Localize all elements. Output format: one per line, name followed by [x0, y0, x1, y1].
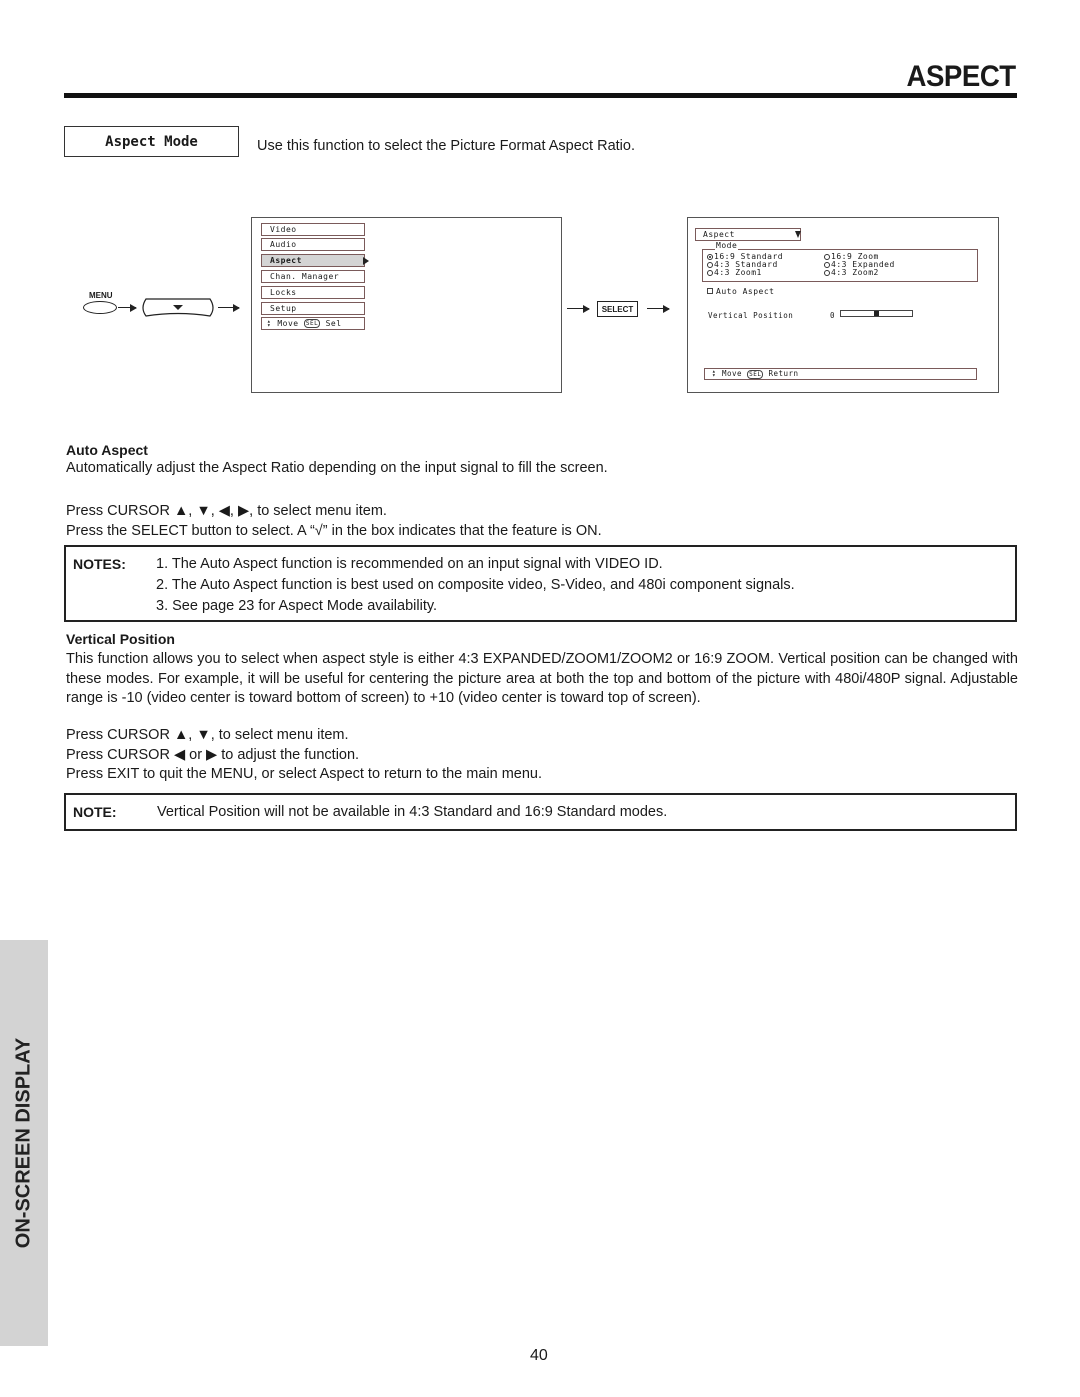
radio-icon	[824, 253, 830, 260]
arrow-right-icon	[567, 303, 590, 314]
menu-help-bar: ▴ ▾ Move SEL Sel	[261, 317, 365, 330]
cursor-down-button	[142, 298, 214, 317]
radio-icon	[824, 261, 830, 268]
menu-button	[83, 301, 117, 314]
up-down-icon: ▴ ▾	[266, 317, 272, 329]
note-item: 1. The Auto Aspect function is recommend…	[156, 556, 663, 572]
sel-badge: SEL	[303, 319, 321, 328]
slider-thumb[interactable]	[874, 311, 879, 316]
note-text: Vertical Position will not be available …	[157, 804, 668, 820]
aspect-dropdown[interactable]: Aspect	[695, 228, 801, 241]
radio-icon	[824, 269, 830, 276]
submenu-arrow-icon	[363, 257, 369, 265]
instruction-line: Press CURSOR ◀ or ▶ to adjust the functi…	[66, 746, 360, 763]
vertical-position-value: 0	[830, 311, 835, 320]
note-item: 2. The Auto Aspect function is best used…	[156, 577, 795, 593]
auto-aspect-instructions: Press CURSOR ▲, ▼, ◀, ▶, to select menu …	[66, 502, 602, 541]
menu-item-video[interactable]: Video	[261, 223, 365, 236]
notes-label: NOTES:	[73, 556, 126, 572]
vertical-position-description: This function allows you to select when …	[66, 651, 1018, 706]
auto-aspect-description: Automatically adjust the Aspect Ratio de…	[66, 460, 608, 476]
mode-legend: Mode	[715, 241, 739, 250]
menu-label: MENU	[89, 291, 113, 300]
auto-aspect-checkbox[interactable]: Auto Aspect	[707, 287, 774, 296]
osd-aspect-menu-screen: Aspect Mode 16:9 Standard 16:9 Zoom 4:3 …	[687, 217, 999, 393]
checkbox-icon	[707, 288, 713, 294]
radio-icon	[707, 269, 713, 276]
menu-item-aspect[interactable]: Aspect	[261, 254, 365, 267]
note-box: NOTE: Vertical Position will not be avai…	[64, 793, 1017, 831]
menu-item-locks[interactable]: Locks	[261, 286, 365, 299]
aspect-mode-label: Aspect Mode	[105, 133, 198, 150]
down-triangle-icon	[173, 305, 183, 310]
menu-item-audio[interactable]: Audio	[261, 238, 365, 251]
title-rule	[64, 93, 1017, 98]
instruction-line: Press EXIT to quit the MENU, or select A…	[66, 766, 543, 782]
vertical-position-slider[interactable]	[840, 310, 913, 317]
mode-option[interactable]: 4:3 Zoom2	[824, 269, 879, 277]
arrow-right-icon	[118, 302, 137, 313]
note-label: NOTE:	[73, 804, 117, 820]
dropdown-arrow-icon	[795, 231, 801, 238]
menu-item-setup[interactable]: Setup	[261, 302, 365, 315]
up-down-icon: ▴ ▾	[711, 368, 717, 379]
notes-box: NOTES: 1. The Auto Aspect function is re…	[64, 545, 1017, 622]
aspect-mode-box: Aspect Mode	[64, 126, 239, 157]
page-title: ASPECT	[906, 60, 1017, 93]
radio-icon	[707, 261, 713, 268]
auto-aspect-heading: Auto Aspect	[66, 442, 148, 458]
radio-selected-icon	[707, 253, 713, 260]
vertical-position-heading: Vertical Position	[66, 631, 175, 647]
vertical-position-instructions: Press CURSOR ▲, ▼, to select menu item. …	[66, 726, 542, 785]
aspect-help-bar: ▴ ▾ Move SEL Return	[704, 368, 977, 380]
instruction-line: Press the SELECT button to select. A “√”…	[66, 522, 602, 539]
osd-main-menu-screen: Video Audio Aspect Chan. Manager Locks S…	[251, 217, 562, 393]
instruction-line: Press CURSOR ▲, ▼, to select menu item.	[66, 727, 349, 743]
page-number: 40	[530, 1347, 548, 1364]
sel-badge: SEL	[747, 369, 764, 379]
menu-item-chan-manager[interactable]: Chan. Manager	[261, 270, 365, 283]
arrow-right-icon	[218, 302, 240, 313]
intro-text: Use this function to select the Picture …	[257, 138, 635, 154]
vertical-position-label: Vertical Position	[708, 311, 794, 320]
mode-option[interactable]: 4:3 Zoom1	[707, 269, 762, 277]
side-tab-label: ON-SCREEN DISPLAY	[12, 1037, 35, 1249]
note-item: 3. See page 23 for Aspect Mode availabil…	[156, 598, 438, 614]
section-side-tab: ON-SCREEN DISPLAY	[0, 940, 48, 1346]
arrow-right-icon	[647, 303, 670, 314]
instruction-line: Press CURSOR ▲, ▼, ◀, ▶, to select menu …	[66, 503, 387, 519]
select-button: SELECT	[597, 301, 638, 317]
